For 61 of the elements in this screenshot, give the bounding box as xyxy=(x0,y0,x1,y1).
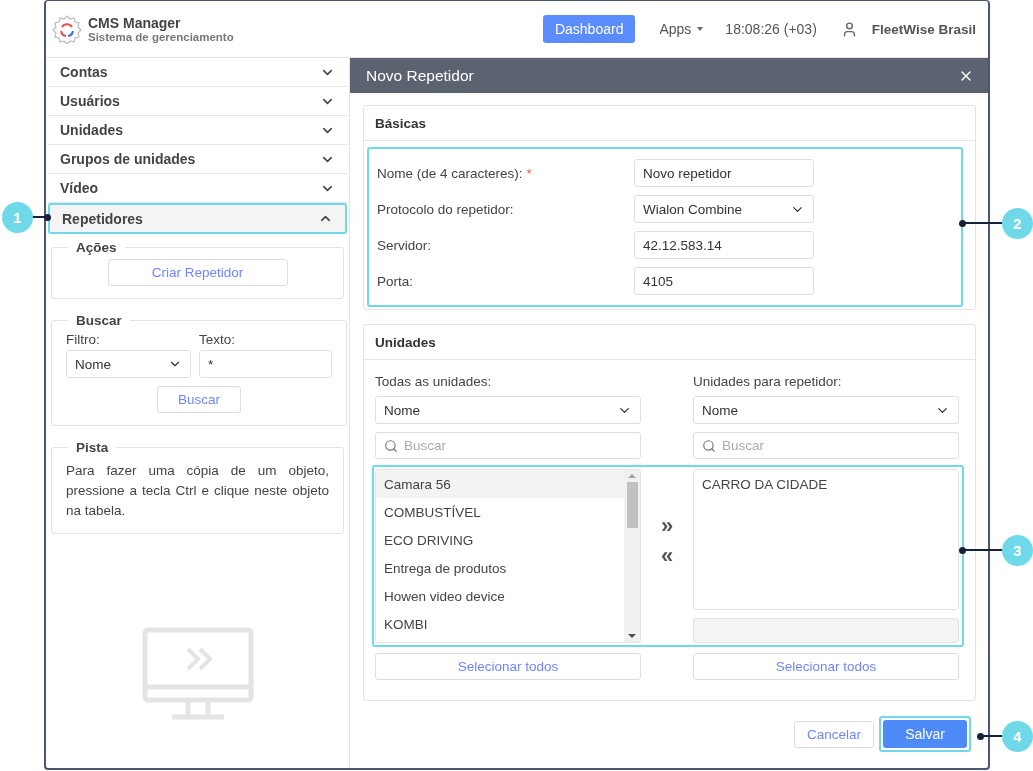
panel-title: Buscar xyxy=(75,313,123,328)
list-item[interactable]: COMBUSTÍVEL xyxy=(376,498,624,526)
sidebar-item[interactable]: Grupos de unidades xyxy=(48,145,347,174)
sidebar-item-label: Unidades xyxy=(60,122,123,138)
hint-text: Para fazer uma cópia de um objeto, pressione a tecla Ctrl e clique neste objeto na tabela. xyxy=(66,462,329,520)
field-label: Nome (de 4 caracteres): * xyxy=(377,165,533,181)
sidebar-item-label: Vídeo xyxy=(60,180,99,196)
sidebar-item[interactable]: Repetidores xyxy=(48,203,347,234)
card-header: Básicas xyxy=(364,106,975,141)
sidebar-item[interactable]: Unidades xyxy=(48,116,347,145)
column-label: Todas as unidades: xyxy=(375,374,493,389)
list-item[interactable]: Camara 56 xyxy=(376,470,624,498)
leader-line xyxy=(32,216,48,218)
leader-line xyxy=(962,222,1002,224)
leader-line xyxy=(980,735,1002,737)
sidebar-item-label: Repetidores xyxy=(62,210,143,227)
app-subtitle: Sistema de gerenciamento xyxy=(88,31,234,43)
search-icon xyxy=(702,438,716,453)
app-title: CMS Manager xyxy=(88,15,182,31)
clock: 18:08:26 (+03) xyxy=(725,21,817,37)
list-item[interactable]: ECO DRIVING xyxy=(376,526,624,554)
list-item[interactable]: Howen video device xyxy=(376,582,624,610)
field-label: Filtro: xyxy=(66,332,101,347)
caret-icon xyxy=(697,27,704,31)
list-item[interactable]: KOMBI xyxy=(376,610,624,638)
user-name[interactable]: FleetWise Brasil xyxy=(871,21,976,37)
sort-select[interactable]: Nome xyxy=(693,396,959,424)
move-right-button[interactable]: » xyxy=(656,515,678,537)
list-item[interactable]: CARRO DA CIDADE xyxy=(694,470,958,498)
callout-badge: 3 xyxy=(1002,535,1033,566)
leader-line xyxy=(962,549,1002,551)
sidebar-item[interactable]: Usuários xyxy=(48,87,347,116)
sort-select[interactable]: Nome xyxy=(375,396,641,424)
card-header: Unidades xyxy=(364,325,975,360)
callout-badge: 1 xyxy=(2,202,33,233)
panel-title: Ações xyxy=(75,240,118,255)
input-field[interactable]: Novo repetidor xyxy=(634,159,814,187)
callout-badge: 4 xyxy=(1002,721,1033,752)
field-label: Protocolo do repetidor: xyxy=(377,201,515,217)
logo-icon xyxy=(52,14,82,44)
select-field[interactable]: Wialon Combine xyxy=(634,195,814,223)
field-label: Texto: xyxy=(199,332,237,347)
search-icon xyxy=(384,438,398,453)
sidebar-item[interactable]: Contas xyxy=(48,58,347,87)
sidebar-item-label: Grupos de unidades xyxy=(60,151,196,167)
list-item[interactable]: Entrega de produtos xyxy=(376,554,624,582)
dialog-title: Novo Repetidor xyxy=(366,66,474,85)
filter-select[interactable]: Nome xyxy=(66,350,191,378)
input-field[interactable]: 42.12.583.14 xyxy=(634,231,814,259)
callout-badge: 2 xyxy=(1002,208,1033,239)
field-label: Servidor: xyxy=(377,237,433,253)
scrollbar[interactable] xyxy=(624,470,640,642)
input-field[interactable]: 4105 xyxy=(634,267,814,295)
column-label: Unidades para repetidor: xyxy=(693,374,843,389)
sidebar-item-label: Usuários xyxy=(60,93,120,109)
move-left-button[interactable]: « xyxy=(656,545,678,567)
field-label: Porta: xyxy=(377,273,415,289)
panel-title: Pista xyxy=(75,440,110,455)
text-field[interactable]: * xyxy=(199,350,332,378)
apps-menu[interactable]: Apps xyxy=(659,21,704,37)
sidebar-item-label: Contas xyxy=(60,64,108,80)
